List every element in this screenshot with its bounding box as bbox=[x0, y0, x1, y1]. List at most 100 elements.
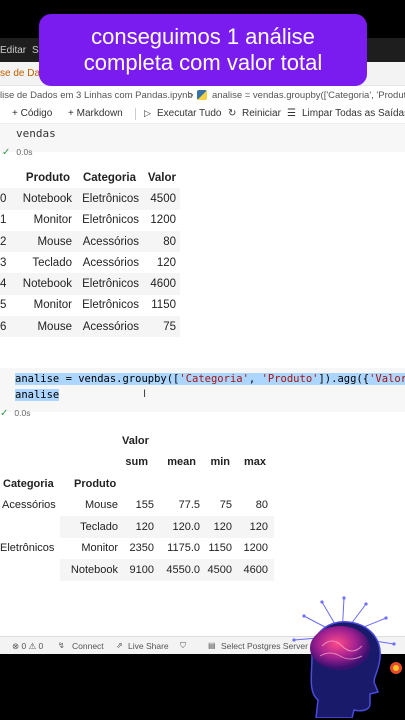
live-share-button[interactable]: Live Share bbox=[128, 641, 169, 651]
add-markdown-button[interactable]: + Markdown bbox=[68, 108, 123, 119]
table-cell: 120 bbox=[156, 256, 176, 269]
ai-head-logo-icon bbox=[292, 596, 402, 718]
table-cell: 9100 bbox=[120, 559, 156, 581]
clear-outputs-button[interactable]: Limpar Todas as Saídas bbox=[302, 108, 405, 119]
video-caption: conseguimos 1 análise completa com valor… bbox=[39, 14, 367, 86]
table-cell: 1200 bbox=[243, 542, 268, 555]
table-header-row: sum mean min max bbox=[0, 452, 274, 474]
cell-exec-time: 0.0s bbox=[16, 147, 33, 157]
table-cell: 2350 bbox=[129, 542, 154, 555]
code-variable: analise bbox=[15, 373, 60, 385]
table-cell: Mouse bbox=[14, 316, 74, 338]
table-cell: 75 bbox=[144, 316, 180, 338]
code-string: 'Produto' bbox=[261, 373, 319, 385]
table-cell: 120 bbox=[202, 516, 236, 538]
table-cell: Monitor bbox=[33, 299, 72, 312]
table-cell: Acessórios bbox=[74, 316, 144, 338]
caption-line-1: conseguimos 1 análise bbox=[91, 24, 315, 49]
table-header-row: Produto Categoria Valor bbox=[0, 167, 180, 188]
table-row: Teclado 120 120.0 120 120 bbox=[0, 516, 274, 538]
table-cell: Eletrônicos bbox=[74, 273, 144, 295]
python-icon bbox=[197, 90, 207, 100]
row-index: 5 bbox=[0, 299, 7, 312]
table-cell: 4500 bbox=[144, 188, 180, 210]
table-row: Acessórios Mouse 155 77.5 75 80 bbox=[0, 495, 274, 517]
stat-header: max bbox=[243, 456, 266, 469]
row-index: 2 bbox=[0, 230, 14, 253]
analise-dataframe: Valor sum mean min max Categoria Produto… bbox=[0, 430, 274, 581]
cell-status: ✓ 0.0s bbox=[2, 147, 32, 158]
column-header: Produto bbox=[25, 171, 70, 184]
table-cell: 120 bbox=[120, 516, 156, 538]
table-row: 6 Mouse Acessórios 75 bbox=[0, 316, 180, 338]
table-cell: Acessórios bbox=[74, 230, 144, 253]
row-index: 0 bbox=[0, 188, 14, 210]
stat-header: mean bbox=[167, 456, 196, 469]
code-cell-analise[interactable]: analise = vendas.groupby(['Categoria', '… bbox=[0, 368, 405, 412]
index-cell bbox=[0, 559, 60, 581]
table-cell: Eletrônicos bbox=[82, 299, 139, 312]
table-row: 5 Monitor Eletrônicos 1150 bbox=[0, 295, 180, 316]
table-cell: 155 bbox=[135, 499, 154, 512]
table-cell: 4500 bbox=[202, 559, 236, 581]
cell-exec-time: 0.0s bbox=[14, 408, 31, 418]
connect-button[interactable]: Connect bbox=[72, 641, 104, 651]
table-cell: Eletrônicos bbox=[82, 214, 139, 227]
table-cell: 120.0 bbox=[156, 516, 202, 538]
index-cell: Monitor bbox=[81, 542, 118, 555]
code-line-1: analise = vendas.groupby(['Categoria', '… bbox=[15, 373, 405, 385]
menu-item-edit[interactable]: Editar bbox=[0, 45, 26, 56]
table-row: 0 Notebook Eletrônicos 4500 bbox=[0, 188, 180, 210]
add-code-button[interactable]: + Código bbox=[12, 108, 52, 119]
table-cell: 4600 bbox=[144, 273, 180, 295]
breadcrumb-file[interactable]: lise de Dados em 3 Linhas com Pandas.ipy… bbox=[0, 90, 193, 101]
breadcrumb-separator: > bbox=[188, 90, 194, 101]
row-index: 3 bbox=[0, 256, 7, 269]
table-cell: 1150 bbox=[208, 542, 232, 555]
table-cell: 1150 bbox=[151, 299, 176, 312]
index-cell: Teclado bbox=[60, 516, 120, 538]
row-index: 1 bbox=[0, 214, 7, 227]
code-line: vendas bbox=[16, 127, 56, 140]
table-cell: 4600 bbox=[236, 559, 274, 581]
table-cell: 80 bbox=[144, 230, 180, 253]
restart-button[interactable]: Reiniciar bbox=[242, 108, 281, 119]
table-row: 4 Notebook Eletrônicos 4600 bbox=[0, 273, 180, 295]
connect-icon: ↯ bbox=[58, 641, 65, 650]
table-row: 2 Mouse Acessórios 80 bbox=[0, 230, 180, 253]
table-cell: 75 bbox=[219, 499, 232, 512]
index-cell: Mouse bbox=[84, 499, 118, 512]
notebook-toolbar: + Código + Markdown ▷ Executar Tudo ↻ Re… bbox=[0, 104, 405, 124]
text-cursor-icon: I bbox=[143, 388, 147, 400]
notebook-area: vendas ✓ 0.0s Produto Categoria Valor 0 N… bbox=[0, 124, 405, 636]
column-group-header: Valor bbox=[122, 434, 149, 447]
column-header: Valor bbox=[147, 171, 176, 184]
column-header: Categoria bbox=[82, 171, 136, 184]
clear-outputs-icon: ☰ bbox=[287, 108, 296, 119]
index-header: Produto bbox=[74, 477, 117, 490]
toolbar-divider bbox=[135, 108, 136, 120]
problems-indicator[interactable]: ⊗ 0 ⚠ 0 bbox=[12, 641, 43, 652]
table-cell: Notebook bbox=[14, 188, 74, 210]
index-cell: Eletrônicos bbox=[0, 542, 55, 555]
index-header bbox=[0, 167, 14, 188]
code-variable: analise bbox=[15, 389, 60, 401]
table-cell: 1175.0 bbox=[167, 542, 200, 555]
table-cell: Acessórios bbox=[82, 256, 139, 269]
table-cell: 80 bbox=[255, 499, 268, 512]
table-cell: 120 bbox=[236, 516, 274, 538]
index-header: Categoria bbox=[3, 477, 54, 490]
stat-header: min bbox=[210, 456, 230, 469]
breadcrumb-symbol[interactable]: analise = vendas.groupby(['Categoria', '… bbox=[212, 90, 405, 101]
table-row: Eletrônicos Monitor 2350 1175.0 1150 120… bbox=[0, 538, 274, 560]
table-cell: Mouse bbox=[14, 230, 74, 253]
table-index-header-row: Categoria Produto bbox=[0, 473, 274, 495]
table-row: 1 Monitor Eletrônicos 1200 bbox=[0, 210, 180, 231]
code-cell-vendas[interactable]: vendas bbox=[0, 124, 405, 152]
shield-icon: ⛉ bbox=[180, 641, 186, 650]
run-all-button[interactable]: Executar Tudo bbox=[157, 108, 221, 119]
index-cell bbox=[0, 516, 60, 538]
table-cell: 1200 bbox=[150, 214, 176, 227]
run-all-icon: ▷ bbox=[144, 108, 151, 118]
table-row: 3 Teclado Acessórios 120 bbox=[0, 252, 180, 273]
